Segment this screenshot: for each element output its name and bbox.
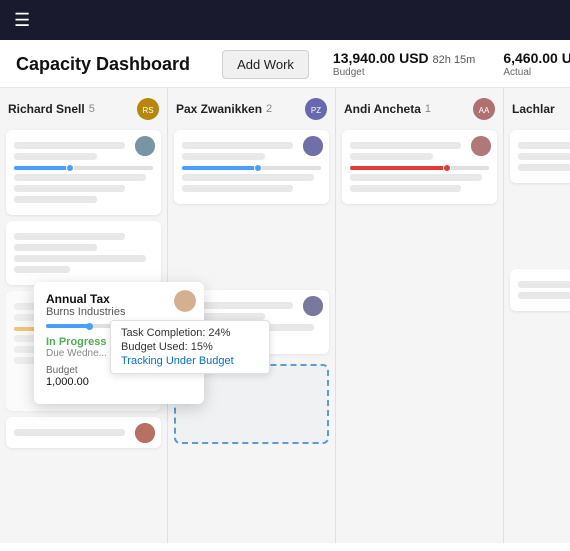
col-name-1: Richard Snell <box>8 102 85 116</box>
card-avatar-r1 <box>135 136 155 156</box>
card-line <box>182 185 293 192</box>
progress-dot <box>66 164 74 172</box>
popup-budget-value: 1,000.00 <box>46 376 192 388</box>
col-count-2: 2 <box>266 103 272 115</box>
col-name-4: Lachlar <box>512 102 555 116</box>
page-title: Capacity Dashboard <box>16 54 190 75</box>
col-count-1: 5 <box>89 103 95 115</box>
card-line <box>14 244 97 251</box>
stat-actual: 6,460.00 USD 38h Actual <box>503 50 570 79</box>
card-line <box>518 164 570 171</box>
stat-actual-label: Actual <box>503 67 570 79</box>
card-line <box>518 153 570 160</box>
column-header-3: Andi Ancheta 1 AA <box>342 96 497 124</box>
card-avatar-a1 <box>471 136 491 156</box>
popup-avatar <box>174 290 196 312</box>
add-work-button[interactable]: Add Work <box>222 50 309 79</box>
card-r1[interactable] <box>6 130 161 215</box>
avatar-3: AA <box>473 98 495 120</box>
progress-dot <box>443 164 451 172</box>
card-line <box>14 153 97 160</box>
col-name-2: Pax Zwanikken <box>176 102 262 116</box>
card-line <box>518 292 570 299</box>
column-header-2: Pax Zwanikken 2 PZ <box>174 96 329 124</box>
progress-bar <box>350 166 489 170</box>
card-line <box>14 429 125 436</box>
card-line <box>14 266 70 273</box>
column-lachlar: Lachlar L <box>504 88 570 543</box>
card-l1[interactable] <box>510 130 570 183</box>
card-avatar-p1 <box>303 136 323 156</box>
col-count-3: 1 <box>425 103 431 115</box>
card-line <box>14 142 125 149</box>
svg-text:AA: AA <box>479 106 490 115</box>
card-line <box>182 153 265 160</box>
stats-group: 13,940.00 USD 82h 15m Budget 6,460.00 US… <box>333 50 570 79</box>
avatar-1: RS <box>137 98 159 120</box>
card-line <box>350 153 433 160</box>
popup-subtitle: Burns Industries <box>46 306 192 318</box>
card-r4[interactable] <box>6 417 161 448</box>
menu-icon[interactable]: ☰ <box>14 10 30 31</box>
svg-text:PZ: PZ <box>311 106 321 115</box>
card-avatar-r4 <box>135 423 155 443</box>
progress-fill <box>182 166 258 170</box>
card-a1[interactable] <box>342 130 497 204</box>
header: Capacity Dashboard Add Work 13,940.00 US… <box>0 40 570 88</box>
card-line <box>350 174 482 181</box>
svg-text:RS: RS <box>142 106 153 115</box>
popup-dot <box>86 323 93 330</box>
popup-progress-fill <box>46 324 90 328</box>
top-bar: ☰ <box>0 0 570 40</box>
card-line <box>182 174 314 181</box>
column-header-1: Richard Snell 5 RS <box>6 96 161 124</box>
progress-fill <box>14 166 70 170</box>
progress-dot <box>254 164 262 172</box>
stat-actual-value: 6,460.00 USD 38h <box>503 50 570 67</box>
card-line <box>14 174 146 181</box>
tooltip-link[interactable]: Tracking Under Budget <box>121 355 259 367</box>
card-line <box>350 185 461 192</box>
card-line <box>518 142 570 149</box>
tooltip-task-completion: Task Completion: 24% <box>121 327 259 339</box>
stat-budget: 13,940.00 USD 82h 15m Budget <box>333 50 475 79</box>
avatar-2: PZ <box>305 98 327 120</box>
card-l2[interactable] <box>510 269 570 311</box>
card-line <box>14 196 97 203</box>
column-header-4: Lachlar L <box>510 96 570 124</box>
card-line <box>350 142 461 149</box>
card-line <box>518 281 570 288</box>
tooltip-popup: Task Completion: 24% Budget Used: 15% Tr… <box>110 320 270 374</box>
popup-title: Annual Tax <box>46 292 192 306</box>
card-avatar-p2 <box>303 296 323 316</box>
column-andi: Andi Ancheta 1 AA <box>336 88 504 543</box>
tooltip-budget-used: Budget Used: 15% <box>121 341 259 353</box>
card-line <box>14 185 125 192</box>
card-r2[interactable] <box>6 221 161 285</box>
stat-budget-value: 13,940.00 USD 82h 15m <box>333 50 475 67</box>
col-name-3: Andi Ancheta <box>344 102 421 116</box>
card-p1[interactable] <box>174 130 329 204</box>
progress-bar <box>182 166 321 170</box>
progress-fill <box>350 166 447 170</box>
stat-budget-label: Budget <box>333 67 475 79</box>
card-line <box>14 255 146 262</box>
card-line <box>182 142 293 149</box>
progress-bar <box>14 166 153 170</box>
card-line <box>14 233 125 240</box>
